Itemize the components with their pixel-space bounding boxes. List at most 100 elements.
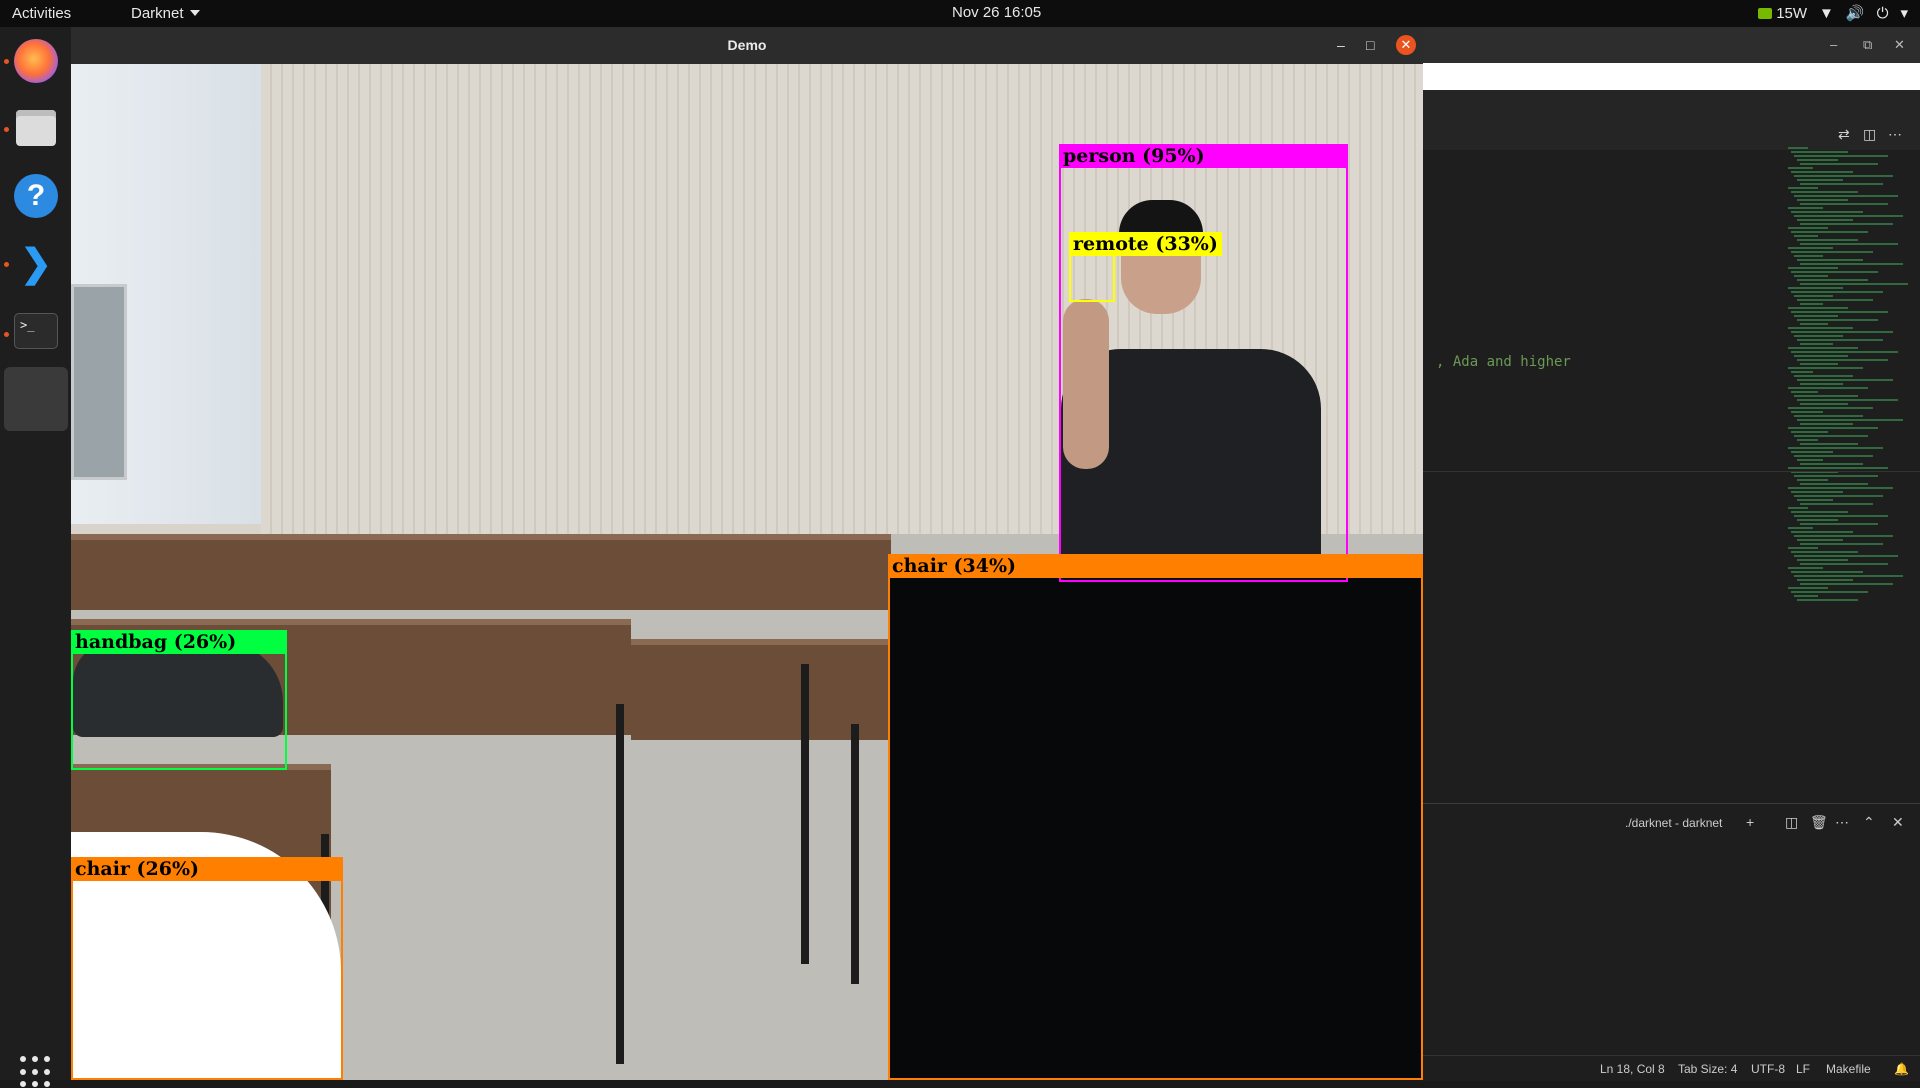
minimap[interactable] xyxy=(1788,147,1908,607)
minimap-line xyxy=(1788,547,1818,549)
minimap-line xyxy=(1794,195,1898,197)
detection-label: person (95%) xyxy=(1059,144,1348,168)
more-actions-icon[interactable]: ⋯ xyxy=(1888,126,1902,143)
minimap-line xyxy=(1800,223,1893,225)
running-indicator xyxy=(4,262,9,267)
wifi-icon[interactable]: ▼ xyxy=(1819,5,1834,22)
active-app-launcher[interactable] xyxy=(4,367,68,431)
compare-icon[interactable]: ⇄ xyxy=(1838,126,1850,143)
minimap-line xyxy=(1788,567,1823,569)
minimap-line xyxy=(1797,159,1838,161)
chevron-down-icon xyxy=(189,10,200,16)
trash-icon[interactable]: 🗑 xyxy=(1810,814,1828,831)
clock[interactable]: Nov 26 16:05 xyxy=(952,4,1041,21)
language-mode[interactable]: Makefile xyxy=(1826,1062,1871,1076)
minimap-line xyxy=(1794,575,1903,577)
minimap-line xyxy=(1794,215,1903,217)
activities-button[interactable]: Activities xyxy=(12,5,71,22)
minimap-line xyxy=(1797,199,1848,201)
minimap-line xyxy=(1791,391,1818,393)
minimap-line xyxy=(1791,211,1863,213)
volume-icon[interactable]: 🔊 xyxy=(1846,4,1865,22)
minimap-line xyxy=(1794,475,1878,477)
demo-titlebar[interactable]: Demo – □ ✕ xyxy=(71,27,1423,64)
minimap-line xyxy=(1800,523,1878,525)
detection-box-handbag: handbag (26%) xyxy=(71,630,287,770)
minimap-line xyxy=(1788,147,1808,149)
power-readout: 15W xyxy=(1776,4,1808,22)
help-launcher[interactable]: ? xyxy=(12,172,60,220)
power-icon[interactable]: ⏻ xyxy=(1877,5,1889,22)
detection-label: handbag (26%) xyxy=(71,630,287,654)
tab-size[interactable]: Tab Size: 4 xyxy=(1678,1062,1737,1076)
close-icon[interactable]: ✕ xyxy=(1894,37,1905,53)
demo-window: Demo – □ ✕ person (95%) remote (33%) cha… xyxy=(71,27,1423,1080)
minimap-line xyxy=(1797,399,1898,401)
minimap-line xyxy=(1797,579,1853,581)
minimap-line xyxy=(1794,395,1858,397)
encoding[interactable]: UTF-8 xyxy=(1751,1062,1785,1076)
minimap-line xyxy=(1800,303,1823,305)
app-menu[interactable]: Darknet xyxy=(131,5,200,22)
minimap-line xyxy=(1797,439,1818,441)
close-icon[interactable]: ✕ xyxy=(1396,35,1416,55)
minimap-line xyxy=(1797,499,1833,501)
minimap-line xyxy=(1797,519,1838,521)
minimap-line xyxy=(1800,463,1863,465)
minimap-line xyxy=(1788,447,1883,449)
cursor-position[interactable]: Ln 18, Col 8 xyxy=(1600,1062,1665,1076)
minimap-line xyxy=(1791,531,1853,533)
files-launcher[interactable] xyxy=(12,104,60,152)
gpu-power-indicator[interactable]: 15W xyxy=(1758,5,1807,22)
terminal-name[interactable]: ./darknet - darknet xyxy=(1625,816,1722,830)
minimap-line xyxy=(1794,275,1828,277)
maximize-icon[interactable]: □ xyxy=(1366,37,1374,53)
help-icon: ? xyxy=(14,174,58,218)
minimap-line xyxy=(1797,179,1843,181)
minimap-line xyxy=(1797,479,1828,481)
add-terminal-icon[interactable]: + xyxy=(1746,814,1754,830)
minimap-line xyxy=(1788,347,1858,349)
desk-leg xyxy=(801,664,809,964)
maximize-panel-icon[interactable]: ⌃ xyxy=(1863,814,1875,831)
code-line[interactable]: , Ada and higher xyxy=(1436,354,1571,370)
vscode-launcher[interactable]: ❯ xyxy=(12,239,60,287)
bell-icon[interactable]: 🔔 xyxy=(1894,1062,1909,1076)
minimap-line xyxy=(1797,539,1843,541)
eol[interactable]: LF xyxy=(1796,1062,1810,1076)
maximize-icon[interactable]: ⧉ xyxy=(1863,37,1872,53)
minimap-line xyxy=(1797,239,1858,241)
minimap-line xyxy=(1794,235,1818,237)
minimap-line xyxy=(1794,375,1853,377)
minimap-line xyxy=(1791,171,1853,173)
minimap-line xyxy=(1800,163,1878,165)
minimap-line xyxy=(1791,351,1898,353)
split-editor-icon[interactable]: ◫ xyxy=(1863,126,1876,143)
minimap-line xyxy=(1788,487,1893,489)
minimize-icon[interactable]: – xyxy=(1337,37,1345,53)
minimize-icon[interactable]: – xyxy=(1830,37,1837,52)
minimap-line xyxy=(1788,227,1828,229)
desk-leg xyxy=(616,704,624,1064)
system-tray[interactable]: 15W ▼ 🔊 ⏻ ▾ xyxy=(1758,4,1908,22)
minimap-line xyxy=(1800,183,1883,185)
minimap-line xyxy=(1797,339,1883,341)
minimap-line xyxy=(1800,583,1893,585)
minimap-line xyxy=(1788,207,1823,209)
minimap-line xyxy=(1800,563,1888,565)
close-panel-icon[interactable]: ✕ xyxy=(1892,814,1904,831)
minimap-line xyxy=(1791,331,1893,333)
minimap-line xyxy=(1788,267,1838,269)
split-terminal-icon[interactable]: ◫ xyxy=(1785,814,1798,831)
minimap-line xyxy=(1788,467,1888,469)
minimap-line xyxy=(1800,283,1908,285)
chevron-down-icon[interactable]: ▾ xyxy=(1900,4,1908,22)
minimap-line xyxy=(1797,459,1823,461)
minimap-line xyxy=(1788,407,1873,409)
firefox-launcher[interactable] xyxy=(12,37,60,85)
show-apps-icon[interactable] xyxy=(20,1056,52,1088)
minimap-line xyxy=(1788,367,1863,369)
terminal-launcher[interactable]: >_ xyxy=(12,307,60,355)
minimap-line xyxy=(1788,507,1808,509)
more-actions-icon[interactable]: ⋯ xyxy=(1835,814,1849,831)
